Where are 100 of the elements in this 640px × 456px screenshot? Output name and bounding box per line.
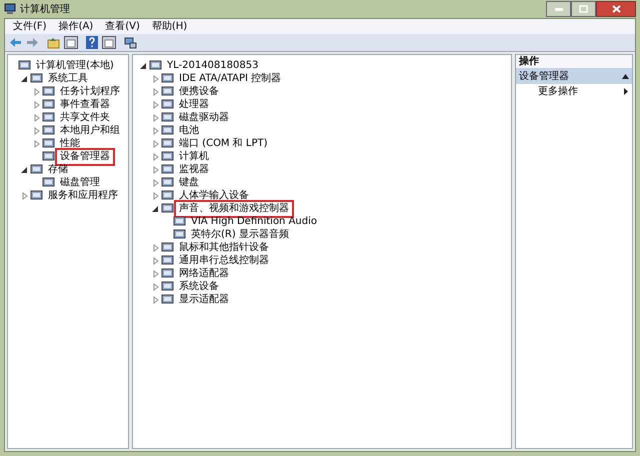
tree-item[interactable]: 电池 xyxy=(177,124,201,136)
computer-icon xyxy=(4,3,16,15)
collapsed-arrow-icon[interactable] xyxy=(151,270,161,278)
device-icon xyxy=(161,268,174,279)
tree-item[interactable]: 网络适配器 xyxy=(177,268,231,280)
device-icon xyxy=(161,177,174,188)
menu-item[interactable]: 查看(V) xyxy=(101,20,144,33)
maximize-button[interactable] xyxy=(571,1,596,17)
tree-item[interactable]: 设备管理器 xyxy=(58,150,112,162)
collapsed-arrow-icon[interactable] xyxy=(151,192,161,200)
minimize-button[interactable] xyxy=(546,1,571,17)
collapsed-arrow-icon[interactable] xyxy=(32,88,42,96)
collapsed-arrow-icon[interactable] xyxy=(151,88,161,96)
forward-arrow-icon[interactable] xyxy=(26,37,39,48)
section-title: 设备管理器 xyxy=(519,70,569,84)
tree-item[interactable]: 系统工具 xyxy=(46,72,90,84)
tree-item[interactable]: 键盘 xyxy=(177,176,201,188)
tree-item[interactable]: 监视器 xyxy=(177,164,211,176)
close-button[interactable] xyxy=(596,1,636,17)
device-icon xyxy=(161,99,174,110)
collapsed-arrow-icon[interactable] xyxy=(151,166,161,174)
device-icon xyxy=(30,190,43,201)
collapsed-arrow-icon[interactable] xyxy=(151,152,161,160)
tree-item[interactable]: 通用串行总线控制器 xyxy=(177,254,271,266)
collapsed-arrow-icon[interactable] xyxy=(151,140,161,148)
collapsed-arrow-icon[interactable] xyxy=(151,256,161,264)
tree-item[interactable]: 英特尔(R) 显示器音频 xyxy=(189,228,291,240)
expanded-arrow-icon[interactable] xyxy=(139,62,149,70)
collapsed-arrow-icon[interactable] xyxy=(32,140,42,148)
collapsed-arrow-icon[interactable] xyxy=(151,74,161,82)
tree-item[interactable]: 声音、视频和游戏控制器 xyxy=(177,202,291,214)
tree-item[interactable]: 显示适配器 xyxy=(177,294,231,306)
collapsed-arrow-icon[interactable] xyxy=(151,100,161,108)
device-icon xyxy=(161,294,174,305)
collapsed-arrow-icon[interactable] xyxy=(32,100,42,108)
tree-item[interactable]: 事件查看器 xyxy=(58,98,112,110)
tree-item[interactable]: IDE ATA/ATAPI 控制器 xyxy=(177,72,284,84)
collapsed-arrow-icon[interactable] xyxy=(32,114,42,122)
computer-icon[interactable] xyxy=(124,36,137,48)
device-icon xyxy=(161,112,174,123)
menu-item[interactable]: 文件(F) xyxy=(9,20,51,33)
expanded-arrow-icon[interactable] xyxy=(151,204,161,212)
collapsed-arrow-icon[interactable] xyxy=(20,192,30,200)
tree-item[interactable]: VIA High Definition Audio xyxy=(189,216,319,228)
device-icon xyxy=(161,242,174,253)
device-icon xyxy=(42,177,55,188)
device-icon xyxy=(42,125,55,136)
tree-item[interactable]: 计算机 xyxy=(177,150,211,162)
collapsed-arrow-icon[interactable] xyxy=(151,244,161,252)
device-icon xyxy=(173,216,186,227)
tree-item[interactable]: YL-201408180853 xyxy=(165,60,260,72)
expanded-arrow-icon[interactable] xyxy=(20,166,30,174)
tree-item[interactable]: 端口 (COM 和 LPT) xyxy=(177,138,270,150)
window-title: 计算机管理 xyxy=(20,2,70,16)
help-icon[interactable] xyxy=(86,36,98,49)
tree-item[interactable]: 计算机管理(本地) xyxy=(34,60,116,72)
tree-item[interactable]: 共享文件夹 xyxy=(58,112,112,124)
tree-item[interactable]: 性能 xyxy=(58,138,82,150)
tree-item[interactable]: 便携设备 xyxy=(177,86,221,98)
back-arrow-icon[interactable] xyxy=(9,37,22,48)
maximize-icon xyxy=(579,5,588,13)
action-item[interactable]: 更多操作 xyxy=(516,84,632,99)
device-icon xyxy=(161,151,174,162)
close-icon xyxy=(612,5,620,13)
tree-item[interactable]: 本地用户和组 xyxy=(58,124,122,136)
expanded-arrow-icon[interactable] xyxy=(20,74,30,82)
device-icon xyxy=(42,112,55,123)
device-icon xyxy=(173,229,186,240)
device-icon xyxy=(161,86,174,97)
device-icon xyxy=(161,255,174,266)
device-icon xyxy=(161,138,174,149)
tree-item[interactable]: 处理器 xyxy=(177,98,211,110)
tree-item[interactable]: 鼠标和其他指针设备 xyxy=(177,242,271,254)
folder-up-icon[interactable] xyxy=(47,36,60,48)
device-icon xyxy=(161,73,174,84)
tree-item[interactable]: 磁盘驱动器 xyxy=(177,112,231,124)
tree-item[interactable]: 系统设备 xyxy=(177,280,221,292)
device-icon xyxy=(161,281,174,292)
tree-item[interactable]: 存储 xyxy=(46,164,70,176)
tree-item[interactable]: 人体学输入设备 xyxy=(177,190,251,202)
device-icon xyxy=(42,99,55,110)
action-label: 更多操作 xyxy=(538,85,578,99)
submenu-arrow-icon xyxy=(624,88,628,95)
collapsed-arrow-icon[interactable] xyxy=(151,178,161,186)
device-icon xyxy=(161,125,174,136)
tree-item[interactable]: 服务和应用程序 xyxy=(46,190,120,202)
collapsed-arrow-icon[interactable] xyxy=(151,296,161,304)
tree-item[interactable]: 磁盘管理 xyxy=(58,176,102,188)
collapsed-arrow-icon[interactable] xyxy=(151,282,161,290)
collapsed-arrow-icon[interactable] xyxy=(32,126,42,134)
device-icon xyxy=(42,138,55,149)
section-header[interactable]: 设备管理器 xyxy=(516,69,632,84)
device-icon xyxy=(42,86,55,97)
collapsed-arrow-icon[interactable] xyxy=(151,114,161,122)
menu-item[interactable]: 操作(A) xyxy=(54,20,98,33)
menu-item[interactable]: 帮助(H) xyxy=(148,20,192,33)
device-icon xyxy=(149,60,162,71)
collapsed-arrow-icon[interactable] xyxy=(151,126,161,134)
device-icon xyxy=(161,203,174,214)
tree-item[interactable]: 任务计划程序 xyxy=(58,86,122,98)
